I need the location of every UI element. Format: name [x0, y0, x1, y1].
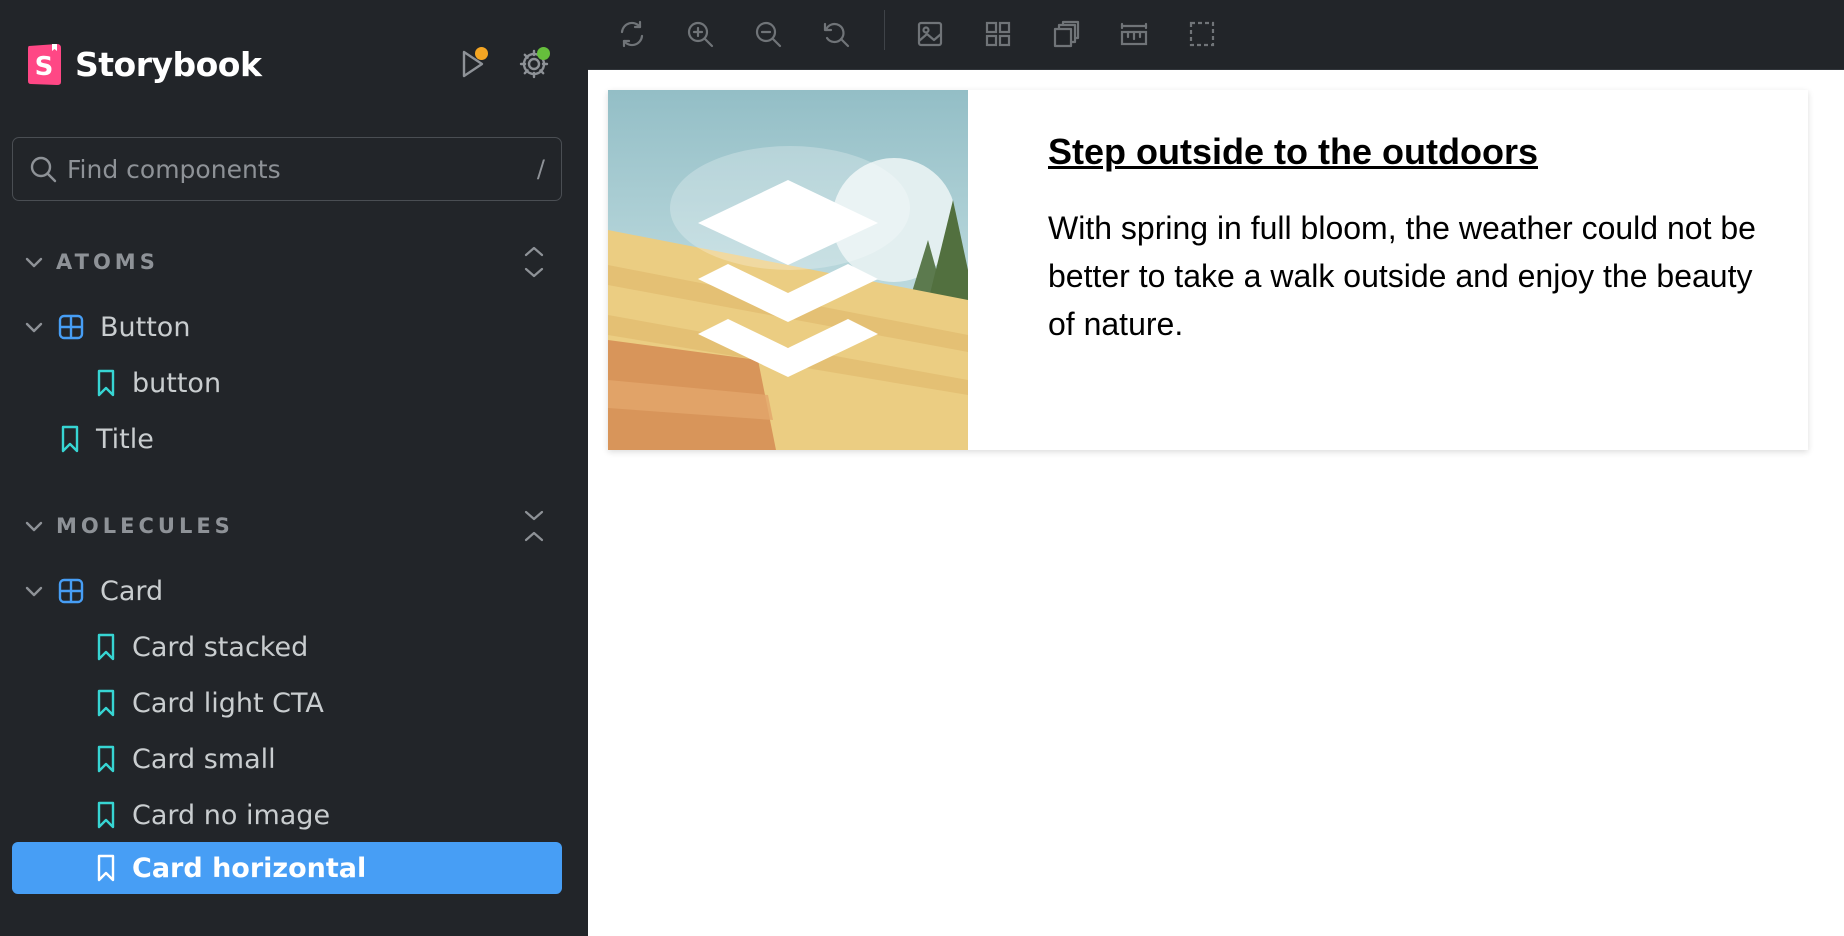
remount-button[interactable]: [612, 14, 652, 54]
toolbar-divider: [884, 10, 885, 50]
bookmark-icon: [97, 369, 115, 397]
zoom-in-icon: [687, 21, 714, 48]
svg-text:S: S: [35, 52, 54, 82]
bookmark-icon: [61, 425, 79, 453]
sidebar-item-card-small[interactable]: Card small: [96, 733, 276, 785]
card-body: Step outside to the outdoors With spring…: [968, 90, 1808, 450]
sidebar-item-label: Card small: [132, 743, 276, 775]
grid-icon: [985, 21, 1011, 47]
grid-button[interactable]: [978, 14, 1018, 54]
bookmark-icon: [97, 801, 115, 829]
chevron-down-icon: [25, 521, 43, 532]
sidebar-item-card[interactable]: Card: [24, 565, 163, 617]
preview-canvas: Step outside to the outdoors With spring…: [588, 70, 1844, 936]
reset-zoom-button[interactable]: [816, 14, 856, 54]
chevron-down-icon: [25, 586, 43, 597]
brand[interactable]: S Storybook: [27, 40, 262, 88]
storybook-logo-icon: S: [27, 42, 63, 86]
bookmark-icon: [97, 745, 115, 773]
search-shortcut: /: [536, 155, 545, 183]
group-title: MOLECULES: [56, 514, 234, 538]
component-icon: [58, 314, 84, 340]
app-name: Storybook: [75, 44, 262, 84]
search-input[interactable]: [67, 154, 537, 184]
sidebar-item-label: Card horizontal: [132, 852, 367, 884]
sidebar-item-label: Card light CTA: [132, 687, 324, 719]
zoom-out-button[interactable]: [748, 14, 788, 54]
collapse-icon: [524, 510, 544, 542]
bookmark-icon: [97, 854, 115, 882]
sidebar-item-label: button: [132, 367, 222, 399]
component-icon: [58, 578, 84, 604]
bookmark-icon: [97, 689, 115, 717]
sidebar-item-card-no-image[interactable]: Card no image: [96, 789, 330, 841]
group-title: ATOMS: [56, 250, 159, 274]
sidebar: S Storybook / ATOMS: [0, 0, 588, 936]
sidebar-item-button[interactable]: Button: [24, 301, 190, 353]
collapse-all-button[interactable]: [514, 506, 554, 546]
sidebar-item-card-light-cta[interactable]: Card light CTA: [96, 677, 324, 729]
expand-all-button[interactable]: [514, 242, 554, 282]
measure-icon: [1120, 22, 1148, 46]
chevron-down-icon: [25, 322, 43, 333]
measure-button[interactable]: [1114, 14, 1154, 54]
zoom-out-icon: [755, 21, 782, 48]
reset-zoom-icon: [823, 22, 850, 48]
sidebar-item-button-story[interactable]: button: [96, 357, 221, 409]
card-title-link[interactable]: Step outside to the outdoors: [1048, 130, 1760, 174]
outline-button[interactable]: [1182, 14, 1222, 54]
sidebar-item-card-stacked[interactable]: Card stacked: [96, 621, 308, 673]
search-icon: [30, 156, 57, 183]
sidebar-item-card-horizontal[interactable]: Card horizontal: [12, 842, 562, 894]
toolbar: [588, 0, 1844, 70]
background-icon: [917, 21, 943, 47]
expand-icon: [524, 246, 544, 278]
viewport-icon: [1053, 20, 1080, 48]
sidebar-item-label: Card: [100, 575, 164, 607]
group-atoms[interactable]: ATOMS: [24, 242, 554, 282]
sidebar-item-label: Card stacked: [132, 631, 309, 663]
update-dot-icon: [537, 47, 550, 60]
card-horizontal: Step outside to the outdoors With spring…: [608, 90, 1808, 450]
sidebar-item-label: Button: [100, 311, 191, 343]
zoom-in-button[interactable]: [680, 14, 720, 54]
background-button[interactable]: [910, 14, 950, 54]
card-description: With spring in full bloom, the weather c…: [1048, 210, 1756, 342]
bookmark-icon: [97, 633, 115, 661]
search-box[interactable]: /: [12, 137, 562, 201]
viewport-button[interactable]: [1046, 14, 1086, 54]
sidebar-item-label: Card no image: [132, 799, 331, 831]
chevron-down-icon: [25, 257, 43, 268]
remount-icon: [620, 20, 644, 48]
outline-icon: [1189, 21, 1215, 47]
run-tests-button[interactable]: [452, 44, 492, 84]
status-dot-icon: [475, 47, 488, 60]
sidebar-item-label: Title: [96, 423, 154, 455]
sidebar-item-title[interactable]: Title: [60, 413, 154, 465]
group-molecules[interactable]: MOLECULES: [24, 506, 554, 546]
settings-button[interactable]: [514, 44, 554, 84]
card-image: [608, 90, 968, 450]
